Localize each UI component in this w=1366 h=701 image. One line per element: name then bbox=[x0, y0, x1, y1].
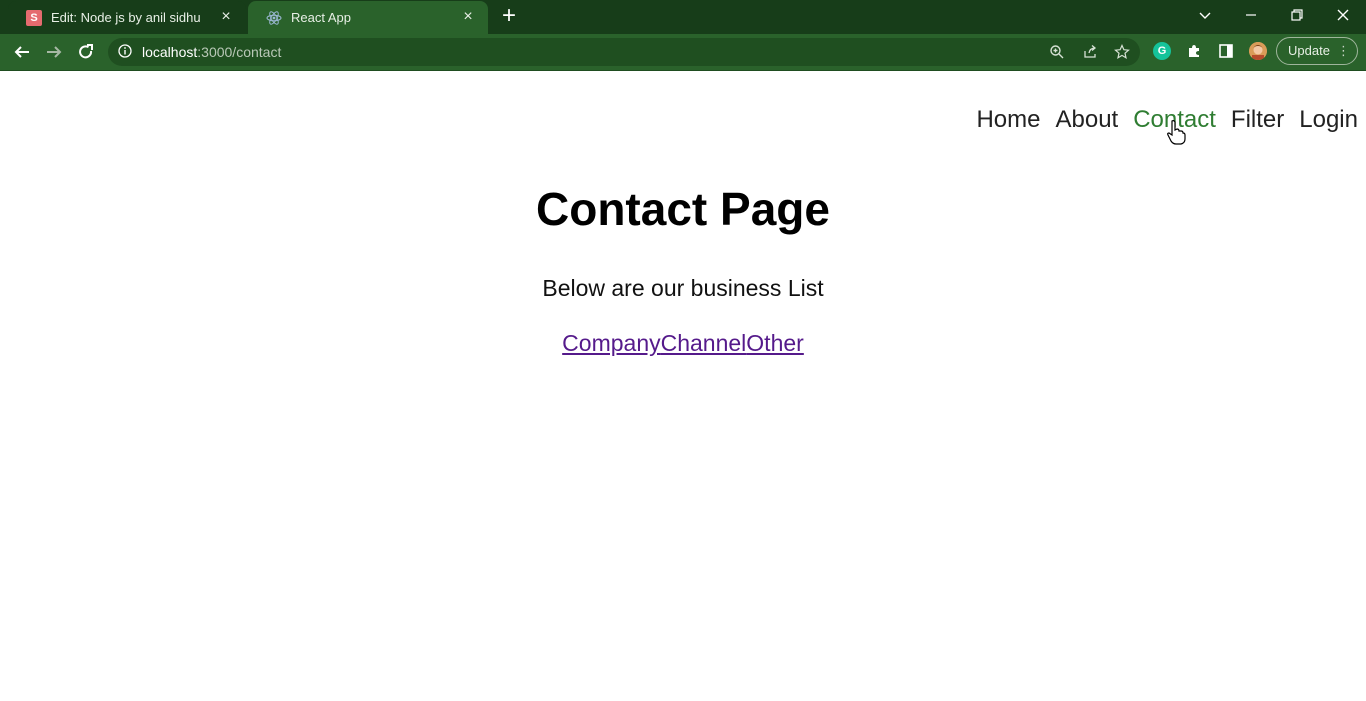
update-button[interactable]: Update ⋮ bbox=[1276, 37, 1358, 65]
zoom-icon[interactable] bbox=[1049, 44, 1065, 60]
close-window-icon[interactable] bbox=[1330, 3, 1356, 27]
tab-react-app[interactable]: React App × bbox=[248, 1, 488, 34]
pointer-cursor-icon bbox=[1167, 120, 1186, 145]
nav-link-about[interactable]: About bbox=[1055, 105, 1118, 135]
page-viewport: Home About Contact Filter Login Contact … bbox=[0, 71, 1366, 701]
business-link-company[interactable]: Company bbox=[562, 330, 660, 356]
tab-strip: S Edit: Node js by anil sidhu × React Ap… bbox=[0, 0, 1366, 34]
browser-chrome: S Edit: Node js by anil sidhu × React Ap… bbox=[0, 0, 1366, 71]
update-button-label: Update bbox=[1288, 43, 1330, 58]
restore-icon[interactable] bbox=[1284, 3, 1310, 27]
close-tab-icon[interactable]: × bbox=[460, 9, 476, 25]
more-menu-icon[interactable]: ⋮ bbox=[1337, 38, 1350, 64]
address-bar[interactable]: localhost:3000/contact bbox=[108, 38, 1140, 66]
business-links: CompanyChannelOther bbox=[0, 328, 1366, 358]
nav-link-home[interactable]: Home bbox=[976, 105, 1040, 135]
react-logo-icon bbox=[266, 10, 282, 26]
new-tab-button[interactable]: + bbox=[498, 4, 520, 28]
business-link-channel[interactable]: Channel bbox=[661, 330, 747, 356]
star-icon[interactable] bbox=[1114, 44, 1130, 60]
share-icon[interactable] bbox=[1082, 44, 1098, 60]
tab-edit-node-js[interactable]: S Edit: Node js by anil sidhu × bbox=[8, 1, 246, 34]
page-subtitle: Below are our business List bbox=[542, 275, 824, 301]
minimize-icon[interactable] bbox=[1238, 3, 1264, 27]
url-text[interactable]: localhost:3000/contact bbox=[142, 44, 281, 60]
nav-link-filter[interactable]: Filter bbox=[1231, 105, 1284, 135]
tab-title: React App bbox=[291, 10, 351, 25]
avatar[interactable] bbox=[1249, 42, 1267, 60]
url-path: :3000/contact bbox=[197, 44, 282, 60]
grammarly-icon[interactable]: G bbox=[1153, 42, 1171, 60]
back-arrow-icon[interactable] bbox=[12, 42, 32, 62]
nav-link-login[interactable]: Login bbox=[1299, 105, 1358, 135]
codesandbox-s-icon: S bbox=[26, 9, 42, 26]
browser-toolbar: localhost:3000/contact G Update ⋮ bbox=[0, 34, 1366, 70]
reload-icon[interactable] bbox=[76, 42, 96, 62]
info-icon[interactable] bbox=[118, 44, 132, 58]
forward-arrow-icon[interactable] bbox=[44, 42, 64, 62]
puzzle-icon[interactable] bbox=[1185, 42, 1203, 60]
tab-title: Edit: Node js by anil sidhu bbox=[51, 10, 201, 25]
close-tab-icon[interactable]: × bbox=[218, 9, 234, 25]
page-title: Contact Page bbox=[536, 183, 830, 235]
url-host: localhost bbox=[142, 44, 198, 60]
tab-search-chevron-icon[interactable] bbox=[1192, 3, 1218, 27]
business-link-other[interactable]: Other bbox=[746, 330, 804, 356]
side-panel-icon[interactable] bbox=[1217, 42, 1235, 60]
